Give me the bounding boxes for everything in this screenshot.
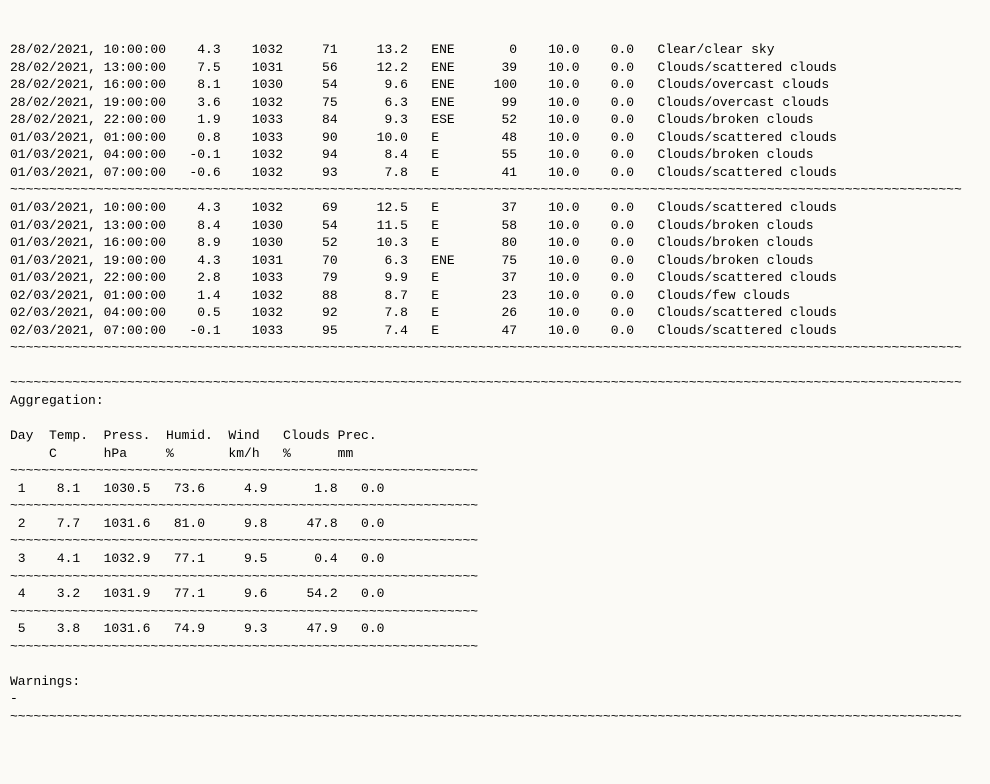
weather-report: 28/02/2021, 10:00:00 4.3 1032 71 13.2 EN… [10, 41, 980, 725]
